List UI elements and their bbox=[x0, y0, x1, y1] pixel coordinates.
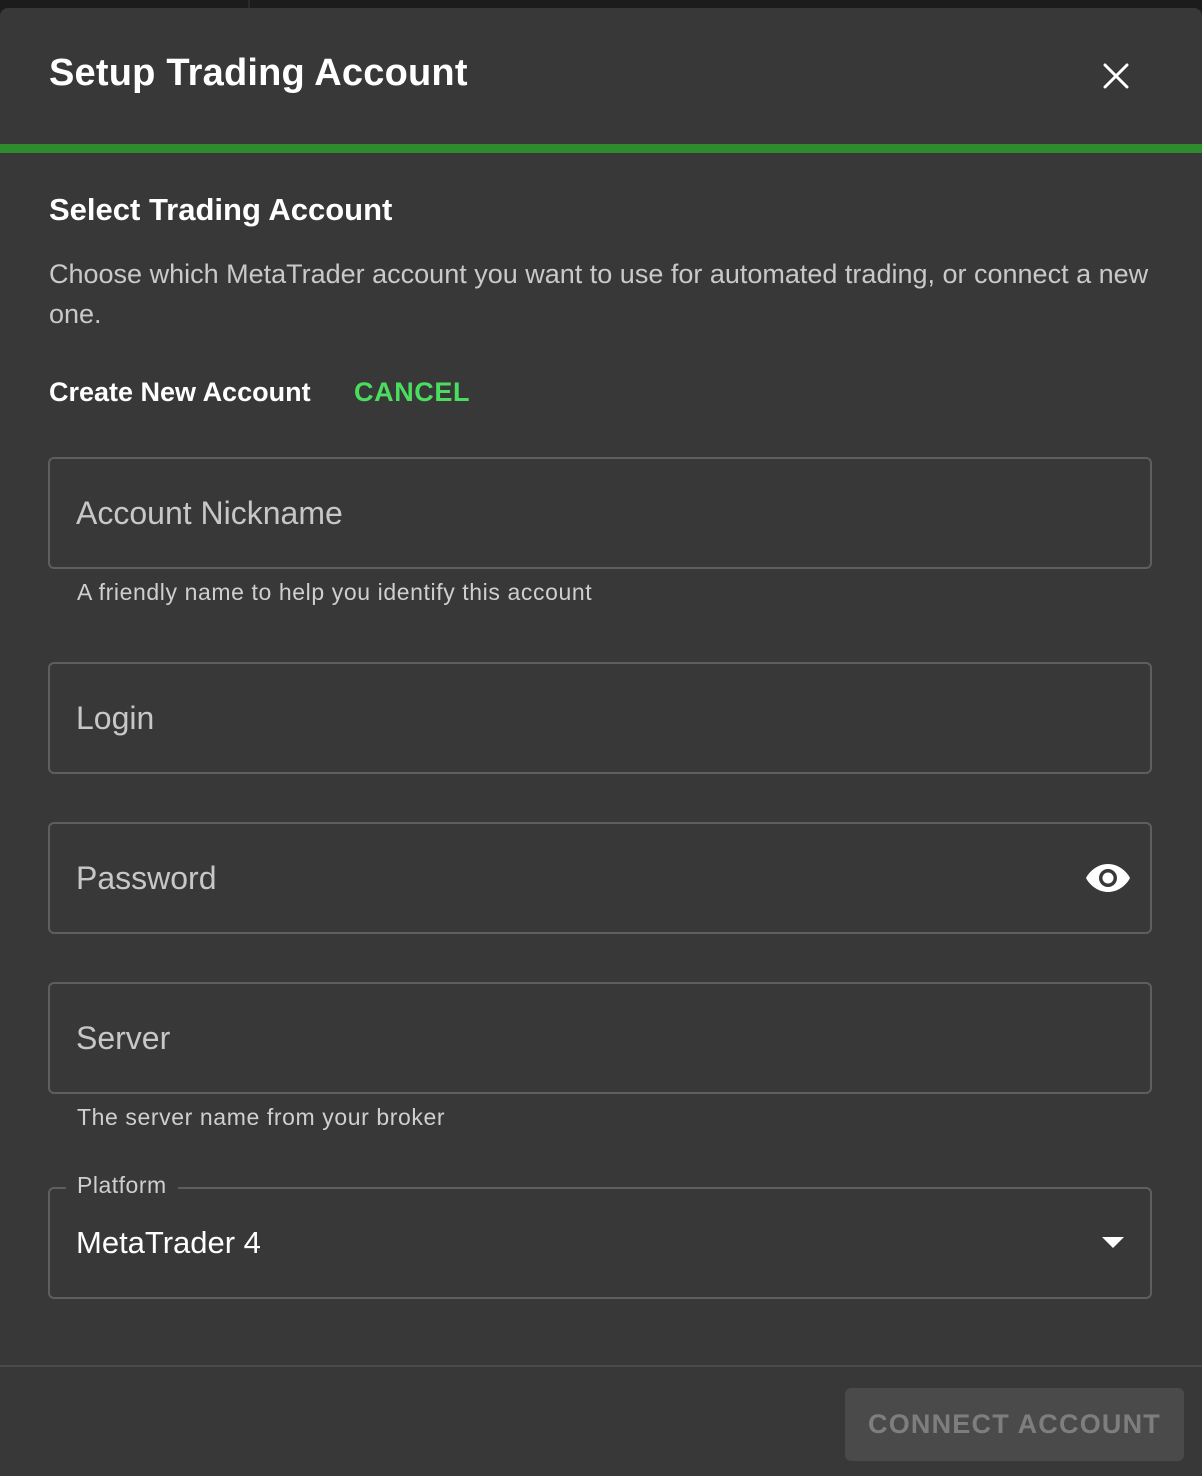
platform-label: Platform bbox=[66, 1172, 178, 1199]
dialog-title: Setup Trading Account bbox=[49, 52, 468, 94]
caret-down-icon bbox=[1102, 1237, 1124, 1248]
password-field bbox=[48, 822, 1152, 934]
accent-bar bbox=[0, 144, 1202, 153]
close-icon bbox=[1103, 63, 1129, 89]
password-input[interactable] bbox=[76, 824, 1056, 932]
close-button[interactable] bbox=[1090, 50, 1142, 102]
cancel-button[interactable]: CANCEL bbox=[354, 377, 470, 408]
footer-divider bbox=[0, 1365, 1202, 1367]
dialog-header: Setup Trading Account bbox=[0, 8, 1202, 144]
login-input[interactable] bbox=[76, 664, 1056, 772]
server-field bbox=[48, 982, 1152, 1094]
connect-account-button[interactable]: CONNECT ACCOUNT bbox=[845, 1388, 1184, 1461]
toggle-password-visibility-button[interactable] bbox=[1084, 856, 1132, 900]
server-helper-text: The server name from your broker bbox=[77, 1104, 446, 1130]
nickname-helper-text: A friendly name to help you identify thi… bbox=[77, 579, 593, 605]
setup-account-dialog: Setup Trading Account Select Trading Acc… bbox=[0, 8, 1202, 1476]
nickname-field bbox=[48, 457, 1152, 569]
platform-select[interactable]: Platform MetaTrader 4 bbox=[48, 1172, 1152, 1299]
platform-selected-value: MetaTrader 4 bbox=[76, 1225, 261, 1260]
server-input[interactable] bbox=[76, 984, 1056, 1092]
nickname-input[interactable] bbox=[76, 459, 1056, 567]
section-title: Select Trading Account bbox=[49, 192, 393, 227]
create-account-label: Create New Account bbox=[49, 377, 311, 407]
eye-icon bbox=[1086, 864, 1130, 892]
section-description: Choose which MetaTrader account you want… bbox=[49, 259, 1149, 329]
login-field bbox=[48, 662, 1152, 774]
